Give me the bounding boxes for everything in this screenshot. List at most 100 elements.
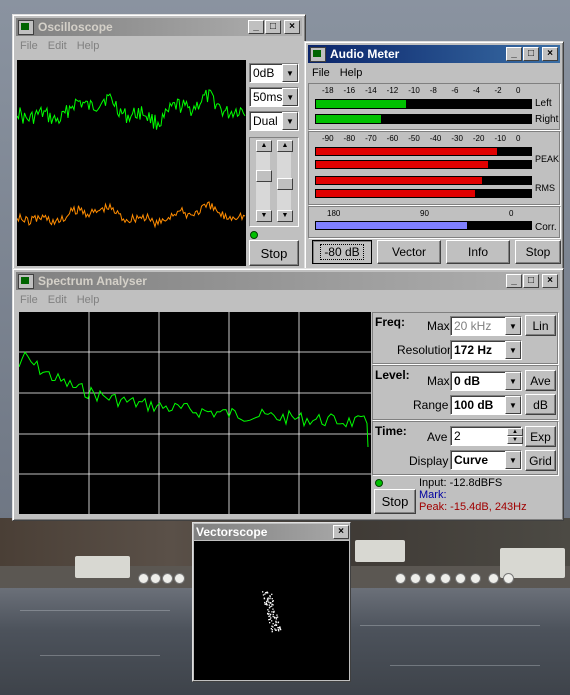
slider-thumb[interactable] — [277, 178, 293, 190]
chevron-down-icon[interactable]: ▼ — [282, 88, 298, 106]
chevron-down-icon[interactable]: ▼ — [256, 210, 272, 222]
display-select[interactable]: Curve ▼ — [450, 450, 522, 470]
close-icon[interactable]: × — [284, 20, 300, 34]
chevron-down-icon[interactable]: ▼ — [505, 451, 521, 469]
db-button[interactable]: dB — [525, 394, 556, 415]
maximize-icon[interactable]: □ — [523, 47, 539, 61]
vectorscope-dot — [280, 628, 282, 631]
oscilloscope-titlebar[interactable]: Oscilloscope _ □ × — [16, 18, 302, 36]
chevron-down-icon[interactable]: ▼ — [505, 317, 521, 335]
peak-readout: Peak: -15.4dB, 243Hz — [419, 501, 527, 513]
vectorscope-dot — [268, 601, 270, 603]
chevron-up-icon[interactable]: ▲ — [277, 140, 293, 152]
oscilloscope-window: Oscilloscope _ □ × File Edit Help 0dB ▼ … — [12, 14, 306, 272]
close-icon[interactable]: × — [542, 274, 558, 288]
lr-scale-tick-label: -16 — [343, 86, 356, 95]
audio-meter-stop-button[interactable]: Stop — [515, 240, 561, 264]
vector-button[interactable]: Vector — [377, 240, 441, 264]
vectorscope-dot — [275, 629, 277, 631]
menu-help[interactable]: Help — [73, 294, 106, 306]
range-button-label: -80 dB — [320, 244, 364, 260]
display-value: Curve — [454, 453, 489, 467]
audio-meter-app-icon — [310, 46, 326, 62]
menu-help[interactable]: Help — [73, 40, 106, 52]
time-ave-label: Ave — [427, 430, 448, 444]
minimize-icon[interactable]: _ — [248, 20, 264, 34]
photo-ripple — [360, 625, 540, 626]
spectrum-analyser-titlebar[interactable]: Spectrum Analyser _ □ × — [16, 272, 560, 290]
peak-fill — [316, 161, 488, 168]
info-button[interactable]: Info — [446, 240, 510, 264]
close-icon[interactable]: × — [542, 47, 558, 61]
ave-button[interactable]: Ave — [525, 370, 556, 391]
menu-file[interactable]: File — [16, 294, 44, 306]
vectorscope-dot — [271, 611, 273, 613]
minimize-icon[interactable]: _ — [506, 47, 522, 61]
lin-button[interactable]: Lin — [525, 315, 556, 336]
peak-meter-left — [315, 147, 532, 156]
vectorscope-dot — [272, 615, 274, 618]
range-button[interactable]: -80 dB — [312, 240, 372, 264]
chevron-down-icon[interactable]: ▼ — [505, 341, 521, 359]
vectorscope-display — [194, 541, 349, 680]
vectorscope-dot — [264, 601, 266, 604]
window-title: Audio Meter — [330, 47, 400, 61]
menu-edit[interactable]: Edit — [44, 294, 73, 306]
vectorscope-dot — [268, 607, 271, 609]
photo-buoy — [395, 573, 406, 584]
oscilloscope-app-icon — [18, 19, 34, 35]
resolution-select[interactable]: 172 Hz ▼ — [450, 340, 522, 360]
audio-meter-titlebar[interactable]: Audio Meter _ □ × — [308, 45, 560, 63]
maximize-icon[interactable]: □ — [523, 274, 539, 288]
photo-ripple — [40, 655, 160, 656]
chevron-down-icon[interactable]: ▼ — [282, 64, 298, 82]
timebase-select[interactable]: 50ms ▼ — [249, 87, 299, 107]
spectrum-stop-button[interactable]: Stop — [374, 489, 416, 514]
exp-button[interactable]: Exp — [525, 426, 556, 447]
vectorscope-dot — [277, 621, 279, 624]
grid-button[interactable]: Grid — [525, 450, 556, 471]
vectorscope-titlebar[interactable]: Vectorscope × — [194, 524, 349, 540]
level-max-select[interactable]: 0 dB ▼ — [450, 371, 522, 391]
chevron-down-icon[interactable]: ▼ — [282, 112, 298, 130]
photo-buoy — [138, 573, 149, 584]
menu-file[interactable]: File — [308, 67, 336, 79]
vectorscope-dot — [269, 622, 271, 624]
chevron-down-icon[interactable]: ▼ — [507, 436, 523, 444]
lr-scale-tick-label: -12 — [386, 86, 399, 95]
photo-buoy — [410, 573, 421, 584]
chevron-up-icon[interactable]: ▲ — [256, 140, 272, 152]
peak-meter-right — [315, 160, 532, 169]
minimize-icon[interactable]: _ — [506, 274, 522, 288]
photo-buoy — [425, 573, 436, 584]
menu-file[interactable]: File — [16, 40, 44, 52]
time-ave-spinner[interactable]: 2 ▲ ▼ — [450, 426, 523, 446]
left-position-slider[interactable]: ▲ ▼ — [256, 140, 272, 222]
freq-max-select[interactable]: 20 kHz ▼ — [450, 316, 522, 336]
db-scale-tick-label: -30 — [451, 134, 463, 143]
menu-edit[interactable]: Edit — [44, 40, 73, 52]
vectorscope-dot — [279, 626, 281, 628]
running-indicator-led — [375, 479, 383, 487]
right-position-slider[interactable]: ▲ ▼ — [277, 140, 293, 222]
corr-scale-90: 90 — [420, 209, 429, 218]
chevron-down-icon[interactable]: ▼ — [277, 210, 293, 222]
oscilloscope-stop-button[interactable]: Stop — [249, 240, 299, 266]
chevron-down-icon[interactable]: ▼ — [505, 396, 521, 414]
maximize-icon[interactable]: □ — [265, 20, 281, 34]
menu-help[interactable]: Help — [336, 67, 369, 79]
gain-select[interactable]: 0dB ▼ — [249, 63, 299, 83]
range-select[interactable]: 100 dB ▼ — [450, 395, 522, 415]
right-level-fill — [316, 115, 381, 123]
vectorscope-dot — [271, 605, 273, 607]
vectorscope-dot — [272, 613, 274, 616]
corr-scale-180: 180 — [327, 209, 341, 218]
vectorscope-dot — [275, 618, 278, 620]
mode-select[interactable]: Dual ▼ — [249, 111, 299, 131]
chevron-down-icon[interactable]: ▼ — [505, 372, 521, 390]
chevron-up-icon[interactable]: ▲ — [507, 428, 523, 436]
close-icon[interactable]: × — [333, 525, 349, 539]
resolution-label: Resolution — [397, 343, 454, 357]
left-level-meter — [315, 99, 532, 109]
slider-thumb[interactable] — [256, 170, 272, 182]
